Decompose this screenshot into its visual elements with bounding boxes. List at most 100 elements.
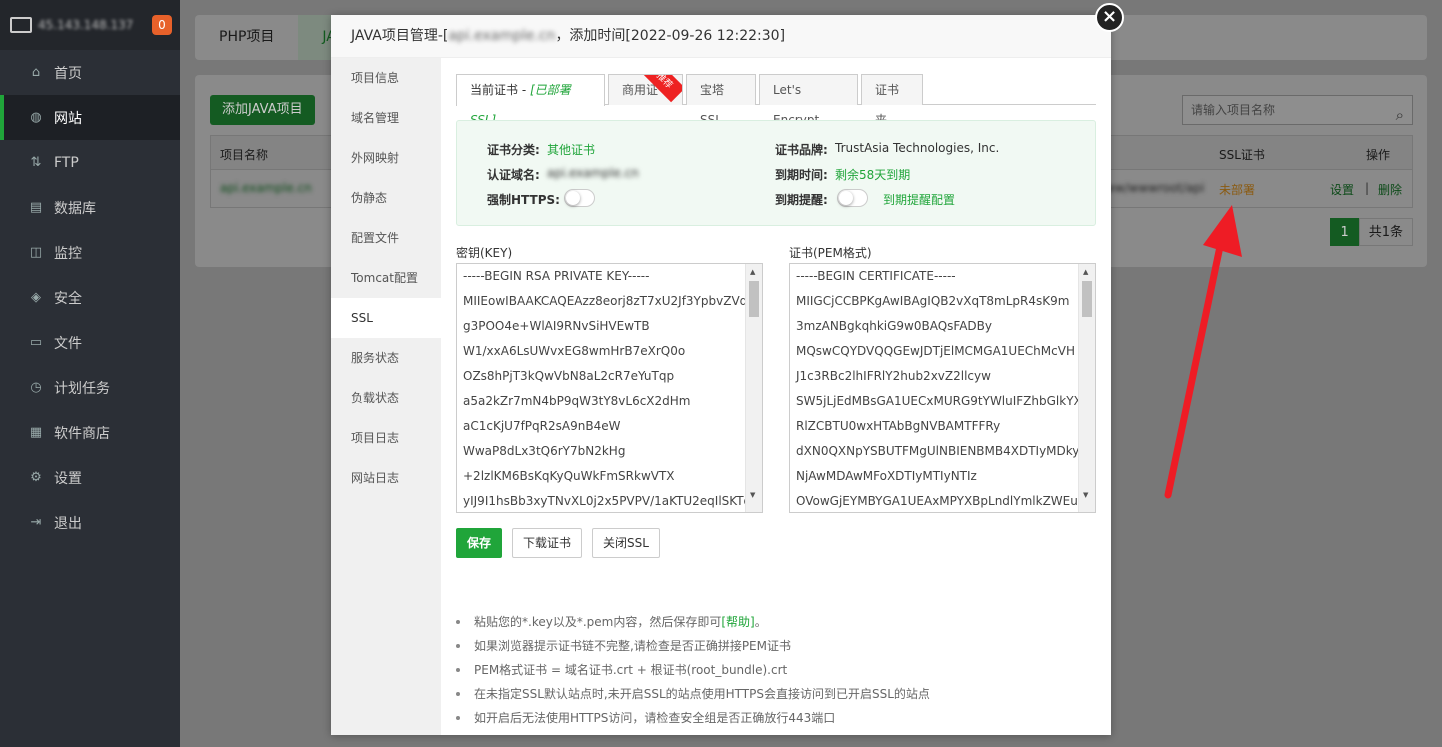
scroll-down-icon[interactable]: ▼	[750, 491, 755, 499]
text-line: g3POO4e+WlAI9RNvSiHVEwTB	[463, 319, 650, 333]
cert-category-value: 其他证书	[547, 143, 596, 157]
text-line: NjAwMDAwMFoXDTIyMTIyNTIz	[796, 469, 977, 483]
sidebar-item[interactable]: ⇥ 退出	[0, 500, 180, 545]
save-button[interactable]: 保存	[456, 528, 503, 558]
tip-item: 如开启后无法使用HTTPS访问，请检查安全组是否正确放行443端口	[456, 706, 930, 730]
folder-icon: ▭	[29, 335, 43, 350]
page-total: 共1条	[1358, 218, 1413, 246]
search-input[interactable]: 请输入项目名称 ⌕	[1182, 95, 1413, 125]
cert-domain-label: 认证域名:	[487, 168, 540, 182]
text-line: WwaP8dLx3tQ6rY7bN2kHg	[463, 444, 626, 458]
text-line: +2lzlKM6BsKqKyQuWkFmSRkwVTX	[463, 469, 675, 483]
text-line: dXN0QXNpYSBUTFMgUlNBIENBMB4XDTIyMDky	[796, 444, 1078, 458]
clock-icon: ◷	[30, 380, 42, 395]
grid-icon: ▦	[29, 425, 43, 440]
cert-textarea[interactable]: -----BEGIN CERTIFICATE----- MIIGCjCCBPKgA…	[789, 263, 1096, 513]
sidebar-item-label: 文件	[54, 335, 82, 352]
shield-icon: ◈	[31, 290, 41, 305]
key-label: 密钥(KEY)	[456, 246, 513, 260]
modal-menu-item[interactable]: 项目信息	[331, 58, 441, 98]
sidebar-item[interactable]: ◈ 安全	[0, 275, 180, 320]
key-scrollbar[interactable]: ▲ ▼	[745, 264, 762, 512]
scroll-up-icon[interactable]: ▲	[750, 268, 755, 276]
remind-toggle[interactable]	[837, 189, 868, 207]
sidebar-item[interactable]: ▭ 文件	[0, 320, 180, 365]
page-current[interactable]: 1	[1330, 218, 1359, 246]
notification-badge[interactable]: 0	[152, 15, 172, 35]
tab-commercial-cert[interactable]: 商用证书 推荐	[608, 74, 683, 105]
ftp-icon: ⇅	[30, 155, 42, 170]
col-ssl: SSL证书	[1219, 148, 1265, 162]
tip-item: PEM格式证书 = 域名证书.crt + 根证书(root_bundle).cr…	[456, 658, 930, 682]
close-ssl-button[interactable]: 关闭SSL	[592, 528, 660, 558]
ssl-tabs: 当前证书 - [已部署SSL] 商用证书 推荐 宝塔SSL Let's Encr…	[456, 74, 1096, 127]
pagination: 1 共1条	[1330, 218, 1413, 246]
text-line: -----BEGIN RSA PRIVATE KEY-----	[463, 269, 650, 283]
sidebar-item-label: 安全	[54, 290, 82, 307]
modal-menu-item[interactable]: 配置文件	[331, 218, 441, 258]
row-delete-link[interactable]: 删除	[1378, 181, 1402, 198]
force-https-toggle[interactable]	[564, 189, 595, 207]
cert-brand-value: TrustAsia Technologies, Inc.	[835, 141, 1000, 155]
force-https-label: 强制HTTPS:	[487, 193, 560, 207]
col-project-name: 项目名称	[220, 148, 269, 162]
key-textarea[interactable]: -----BEGIN RSA PRIVATE KEY----- MIIEowIBA…	[456, 263, 763, 513]
cert-info-box: 证书分类: 其他证书 认证域名: api.example.cn 强制HTTPS:…	[456, 120, 1096, 226]
cert-scrollbar[interactable]: ▲ ▼	[1078, 264, 1095, 512]
server-info: 45.143.148.137 0	[0, 0, 180, 50]
sidebar-item[interactable]: ⚙ 设置	[0, 455, 180, 500]
modal-menu-item[interactable]: Tomcat配置	[331, 258, 441, 298]
sidebar-item-label: 监控	[54, 245, 82, 262]
tip-item: 如果浏览器提示证书链不完整,请检查是否正确拼接PEM证书	[456, 634, 930, 658]
modal-menu-item[interactable]: 服务状态	[331, 338, 441, 378]
tip-item: 粘贴您的*.key以及*.pem内容，然后保存即可[帮助]。	[456, 610, 930, 634]
tab-letsencrypt[interactable]: Let's Encrypt	[759, 74, 858, 127]
text-line: aC1cKjU7fPqR2sA9nB4eW	[463, 419, 621, 433]
sidebar-item[interactable]: ⌂ 首页	[0, 50, 180, 95]
row-settings-link[interactable]: 设置	[1330, 181, 1354, 198]
scroll-up-icon[interactable]: ▲	[1083, 268, 1088, 276]
sidebar-item[interactable]: ◷ 计划任务	[0, 365, 180, 410]
sidebar-item-label: 设置	[54, 470, 82, 487]
logout-icon: ⇥	[30, 515, 42, 530]
remind-label: 到期提醒:	[775, 193, 828, 207]
cert-category-label: 证书分类:	[487, 143, 540, 157]
text-line: a5a2kZr7mN4bP9qW3tY8vL6cX2dHm	[463, 394, 691, 408]
modal-menu-item[interactable]: 外网映射	[331, 138, 441, 178]
java-project-modal: JAVA项目管理-[api.example.cn，添加时间[2022-09-26…	[331, 15, 1111, 735]
home-icon: ⌂	[31, 65, 41, 80]
tab-cert-folder[interactable]: 证书夹	[861, 74, 923, 127]
text-line: MIIEowIBAAKCAQEAzz8eorj8zT7xU2Jf3YpbvZVq	[463, 294, 745, 308]
tab-php[interactable]: PHP项目	[195, 15, 298, 60]
close-modal-button[interactable]: ×	[1095, 3, 1124, 32]
modal-menu-item[interactable]: SSL	[331, 298, 441, 338]
modal-menu-item[interactable]: 伪静态	[331, 178, 441, 218]
modal-menu-item[interactable]: 域名管理	[331, 98, 441, 138]
text-line: yIJ9I1hsBb3xyTNvXL0j2x5PVPV/1aKTU2eqIlSK…	[463, 494, 745, 508]
sidebar-item[interactable]: ▤ 数据库	[0, 185, 180, 230]
text-line: W1/xxA6LsUWvxEG8wmHrB7eXrQ0o	[463, 344, 686, 358]
download-cert-button[interactable]: 下载证书	[512, 528, 583, 558]
tip-item: 在未指定SSL默认站点时,未开启SSL的站点使用HTTPS会直接访问到已开启SS…	[456, 682, 930, 706]
tips-list: 粘贴您的*.key以及*.pem内容，然后保存即可[帮助]。 如果浏览器提示证书链…	[456, 610, 930, 730]
remind-config-link[interactable]: 到期提醒配置	[883, 191, 955, 208]
sidebar-item[interactable]: ◍ 网站	[0, 95, 180, 140]
help-link[interactable]: [帮助]	[721, 615, 754, 629]
modal-menu-item[interactable]: 负载状态	[331, 378, 441, 418]
search-icon[interactable]: ⌕	[1396, 101, 1404, 129]
modal-menu-item[interactable]: 网站日志	[331, 458, 441, 498]
sidebar-item[interactable]: ⇅ FTP	[0, 140, 180, 185]
row-ssl-status[interactable]: 未部署	[1219, 181, 1255, 198]
row-project-name[interactable]: api.example.cn	[220, 181, 312, 195]
scroll-down-icon[interactable]: ▼	[1083, 491, 1088, 499]
sidebar-item[interactable]: ▦ 软件商店	[0, 410, 180, 455]
search-placeholder: 请输入项目名称	[1191, 103, 1276, 117]
sidebar-item[interactable]: ◫ 监控	[0, 230, 180, 275]
modal-menu-item[interactable]: 项目日志	[331, 418, 441, 458]
text-line: OVowGjEYMBYGA1UEAxMPYXBpLndlYmlkZWEu	[796, 494, 1078, 508]
sidebar-item-label: 数据库	[54, 200, 96, 217]
tab-baota-ssl[interactable]: 宝塔SSL	[686, 74, 756, 127]
tab-current-cert[interactable]: 当前证书 - [已部署SSL]	[456, 74, 605, 127]
modal-side-menu: 项目信息 域名管理 外网映射 伪静态 配置文件 Tomcat配置 SSL 服务状态 负载状态 项目…	[331, 58, 441, 735]
add-java-project-button[interactable]: 添加JAVA项目	[210, 95, 315, 125]
